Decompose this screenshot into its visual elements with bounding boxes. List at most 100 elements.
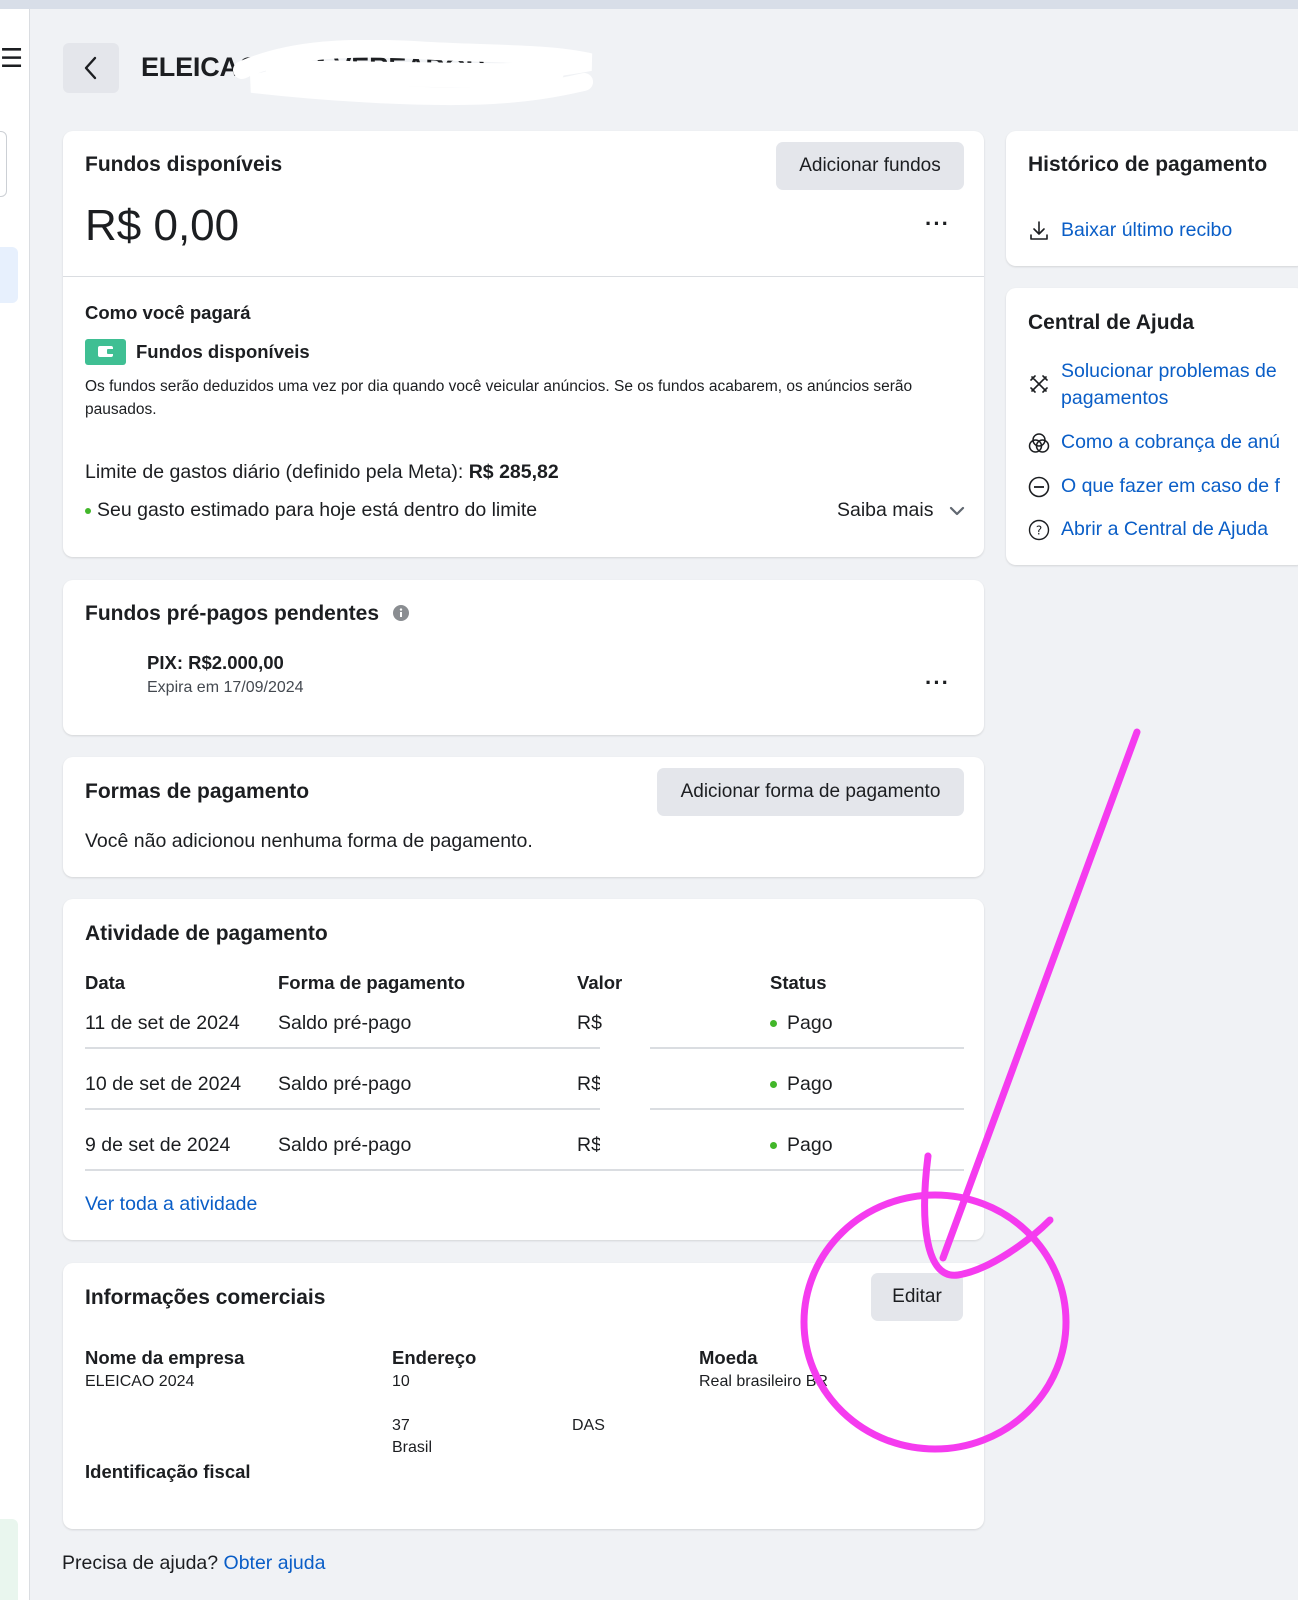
column-header-status: Status	[770, 972, 827, 993]
menu-icon[interactable]: ☰	[0, 43, 23, 74]
no-payment-method-text: Você não adicionou nenhuma forma de paga…	[85, 830, 533, 852]
status-text: Pago	[787, 1012, 833, 1034]
chevron-down-icon	[949, 506, 964, 515]
spend-status: Seu gasto estimado para hoje está dentro…	[85, 499, 537, 522]
table-row-status: Pago	[770, 1073, 833, 1096]
help-question: Precisa de ajuda?	[62, 1552, 219, 1574]
help-link-troubleshoot-line1: Solucionar problemas de	[1061, 360, 1277, 382]
row-divider	[85, 1047, 964, 1049]
payment-methods-title: Formas de pagamento	[85, 780, 310, 803]
table-row-value: R$	[577, 1073, 602, 1095]
payment-history-card: Histórico de pagamento Baixar último rec…	[1006, 131, 1298, 266]
business-title: Informações comerciais	[85, 1286, 326, 1309]
see-all-activity-link[interactable]: Ver toda a atividade	[85, 1193, 257, 1216]
pix-amount: PIX: R$2.000,00	[147, 652, 284, 673]
table-row-value: R$	[577, 1134, 602, 1156]
payment-methods-card: Formas de pagamento Adicionar forma de p…	[63, 757, 984, 877]
table-row-value: R$	[577, 1012, 602, 1034]
payment-activity-card: Atividade de pagamento Data Forma de pag…	[63, 899, 984, 1240]
download-receipt-link[interactable]: Baixar último recibo	[1028, 217, 1232, 244]
tax-id-label: Identificação fiscal	[85, 1461, 251, 1482]
value-redaction	[600, 1019, 650, 1169]
status-text: Pago	[787, 1073, 833, 1095]
pending-more-options-icon[interactable]: ···	[925, 670, 950, 696]
back-button[interactable]	[63, 43, 119, 93]
help-link-troubleshoot-line2: pagamentos	[1061, 387, 1169, 409]
currency-value: Real brasileiro BR	[699, 1373, 828, 1390]
venn-icon	[1028, 433, 1050, 453]
add-funds-button[interactable]: Adicionar fundos	[776, 142, 964, 190]
address-line3: 37	[392, 1417, 410, 1434]
svg-text:?: ?	[1036, 524, 1042, 538]
daily-limit-label: Limite de gastos diário (definido pela M…	[85, 461, 464, 483]
company-name-label: Nome da empresa	[85, 1347, 245, 1368]
funds-divider	[63, 276, 984, 277]
help-link-open-center-text: Abrir a Central de Ajuda	[1061, 518, 1269, 540]
pix-expiration: Expira em 17/09/2024	[147, 679, 304, 696]
address-line1: 10	[392, 1373, 410, 1390]
get-help-link[interactable]: Obter ajuda	[224, 1552, 326, 1574]
help-center-title: Central de Ajuda	[1028, 311, 1195, 334]
funds-title: Fundos disponíveis	[85, 153, 283, 176]
address-line4: Brasil	[392, 1439, 433, 1456]
help-link-troubleshoot[interactable]: Solucionar problemas de pagamentos	[1028, 358, 1277, 412]
download-receipt-label: Baixar último recibo	[1061, 219, 1233, 241]
funds-card: Fundos disponíveis Adicionar fundos R$ 0…	[63, 131, 984, 557]
table-row-status: Pago	[770, 1134, 833, 1157]
daily-limit: Limite de gastos diário (definido pela M…	[85, 461, 559, 484]
help-footer: Precisa de ajuda? Obter ajuda	[62, 1552, 325, 1575]
pending-funds-card: Fundos pré-pagos pendentes PIX: R$2.000,…	[63, 580, 984, 735]
company-name-value: ELEICAO 2024	[85, 1373, 195, 1390]
more-options-icon[interactable]: ···	[925, 211, 950, 237]
table-row-method: Saldo pré-pago	[278, 1134, 412, 1156]
status-dot	[85, 507, 91, 514]
table-row-date: 9 de set de 2024	[85, 1134, 231, 1156]
help-link-open-center[interactable]: ? Abrir a Central de Ajuda	[1028, 516, 1268, 543]
learn-more-toggle[interactable]: Saiba mais	[837, 499, 965, 522]
edit-button[interactable]: Editar	[871, 1273, 963, 1321]
spend-status-text: Seu gasto estimado para hoje está dentro…	[97, 499, 538, 521]
funds-description-line2: pausados.	[85, 401, 157, 418]
pending-title-text: Fundos pré-pagos pendentes	[85, 602, 380, 625]
rail-search-box[interactable]	[0, 131, 7, 197]
chevron-left-icon	[84, 56, 97, 80]
column-header-date: Data	[85, 972, 126, 993]
column-header-method: Forma de pagamento	[278, 972, 466, 993]
pending-title: Fundos pré-pagos pendentes	[85, 602, 409, 626]
left-navigation-rail: ☰	[0, 9, 30, 1600]
redaction-scribble	[232, 40, 594, 106]
address-line3-end: DAS	[572, 1417, 605, 1434]
help-link-what-to-do[interactable]: O que fazer em caso de f	[1028, 473, 1280, 500]
table-row-status: Pago	[770, 1012, 833, 1035]
currency-label: Moeda	[699, 1347, 758, 1368]
top-bar	[0, 0, 1298, 9]
minus-circle-icon	[1028, 476, 1050, 498]
add-payment-method-button[interactable]: Adicionar forma de pagamento	[657, 768, 964, 816]
download-icon	[1030, 221, 1048, 240]
wrench-icon	[1030, 375, 1048, 393]
help-center-card: Central de Ajuda Solucionar problemas de…	[1006, 288, 1298, 565]
rail-green-item[interactable]	[0, 1519, 18, 1600]
info-icon[interactable]	[392, 605, 409, 621]
funds-amount: R$ 0,00	[85, 201, 240, 250]
status-dot	[770, 1142, 777, 1150]
activity-title: Atividade de pagamento	[85, 922, 328, 945]
help-link-billing[interactable]: Como a cobrança de anú	[1028, 429, 1280, 456]
help-link-billing-text: Como a cobrança de anú	[1061, 431, 1280, 453]
table-row-method: Saldo pré-pago	[278, 1012, 412, 1034]
funds-description-line1: Os fundos serão deduzidos uma vez por di…	[85, 378, 913, 395]
wallet-icon	[85, 339, 126, 365]
row-divider	[85, 1108, 964, 1110]
daily-limit-value: R$ 285,82	[468, 461, 559, 483]
how-you-pay-title: Como você pagará	[85, 302, 251, 323]
table-row-date: 10 de set de 2024	[85, 1073, 242, 1095]
help-link-what-to-do-text: O que fazer em caso de f	[1061, 475, 1280, 497]
rail-selected-item[interactable]	[0, 247, 18, 303]
row-divider	[85, 1169, 964, 1171]
table-row-date: 11 de set de 2024	[85, 1012, 240, 1034]
payment-method-label: Fundos disponíveis	[136, 341, 310, 362]
status-dot	[770, 1020, 777, 1028]
question-circle-icon: ?	[1028, 519, 1050, 541]
learn-more-label: Saiba mais	[837, 499, 934, 521]
status-text: Pago	[787, 1134, 833, 1156]
